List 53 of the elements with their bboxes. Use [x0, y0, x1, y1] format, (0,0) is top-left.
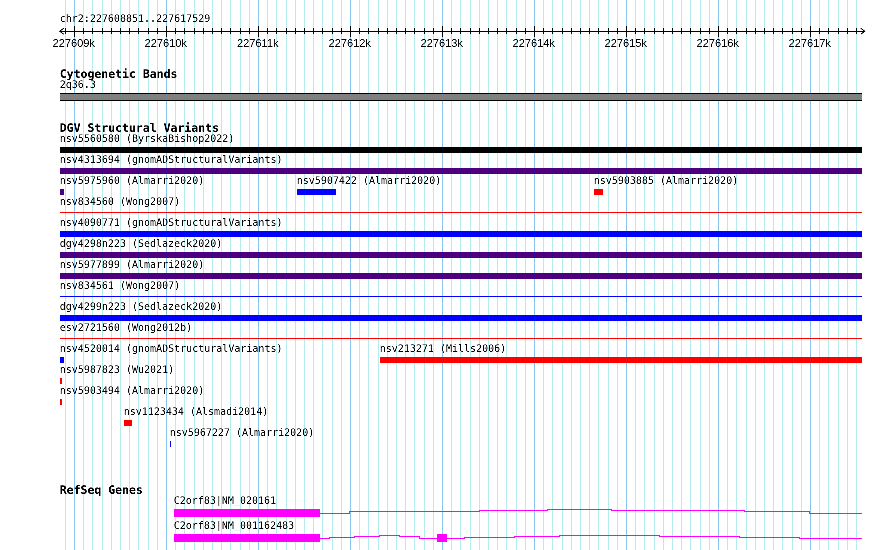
ruler-tick-label: 227617k	[788, 38, 832, 50]
variant-label: nsv834560 (Wong2007)	[60, 197, 180, 209]
ruler-tick-label: 227614k	[512, 38, 556, 50]
exon-block[interactable]	[174, 534, 320, 542]
ruler-tick-label: 227613k	[420, 38, 464, 50]
variant-bar[interactable]	[60, 357, 64, 363]
variant-label: esv2721560 (Wong2012b)	[60, 323, 192, 335]
ruler-tick-label: 227615k	[604, 38, 648, 50]
ruler-tick-label: 227611k	[237, 38, 279, 50]
variant-label: nsv4313694 (gnomADStructuralVariants)	[60, 155, 283, 167]
variant-bar[interactable]	[60, 273, 862, 279]
variant-bar[interactable]	[380, 357, 862, 363]
track-title: Cytogenetic Bands	[60, 68, 178, 80]
variant-label: nsv213271 (Mills2006)	[380, 344, 506, 356]
track-title: DGV Structural Variants	[60, 122, 220, 134]
variant-bar[interactable]	[60, 252, 862, 258]
variant-bar[interactable]	[60, 147, 862, 153]
gene-label: C2orf83|NM_001162483	[174, 521, 294, 533]
variant-bar[interactable]	[124, 420, 132, 426]
track-title: RefSeq Genes	[60, 484, 144, 496]
variant-bar[interactable]	[594, 189, 603, 195]
variant-label: nsv5987823 (Wu2021)	[60, 365, 174, 377]
variant-label: nsv5907422 (Almarri2020)	[297, 176, 442, 188]
variant-label: nsv5967227 (Almarri2020)	[170, 428, 314, 440]
ruler-tick-label: 227616k	[696, 38, 740, 50]
exon-block[interactable]	[437, 534, 447, 542]
variant-label: nsv4520014 (gnomADStructuralVariants)	[60, 344, 283, 356]
ruler-tick-label: 227609k	[52, 38, 96, 50]
variant-label: nsv1123434 (Alsmadi2014)	[124, 407, 268, 419]
variant-label: nsv5560580 (ByrskaBishop2022)	[60, 134, 235, 146]
ruler-tick-label: 227612k	[328, 38, 372, 50]
variant-bar[interactable]	[60, 189, 64, 195]
band-label: 2q36.3	[60, 80, 96, 92]
variant-label: nsv5975960 (Almarri2020)	[60, 176, 204, 188]
variant-bar[interactable]	[60, 231, 862, 237]
variant-label: nsv5903885 (Almarri2020)	[594, 176, 738, 188]
variant-line[interactable]	[60, 338, 862, 339]
variant-line[interactable]	[60, 212, 862, 213]
ruler-tick-label: 227610k	[144, 38, 188, 50]
variant-line[interactable]	[60, 296, 862, 297]
variant-label: nsv5903494 (Almarri2020)	[60, 386, 204, 398]
variant-bar[interactable]	[60, 315, 862, 321]
variant-label: dgv4298n223 (Sedlazeck2020)	[60, 239, 223, 251]
variant-label: nsv4090771 (gnomADStructuralVariants)	[60, 218, 283, 230]
gene-label: C2orf83|NM_020161	[174, 496, 276, 508]
variant-label: dgv4299n223 (Sedlazeck2020)	[60, 302, 223, 314]
variant-label: nsv834561 (Wong2007)	[60, 281, 180, 293]
exon-block[interactable]	[174, 509, 320, 517]
variant-label: nsv5977899 (Almarri2020)	[60, 260, 204, 272]
locus-label: chr2:227608851..227617529	[60, 14, 211, 26]
variant-bar[interactable]	[297, 189, 336, 195]
cytoband-bar[interactable]	[60, 93, 862, 101]
variant-bar[interactable]	[60, 168, 862, 174]
